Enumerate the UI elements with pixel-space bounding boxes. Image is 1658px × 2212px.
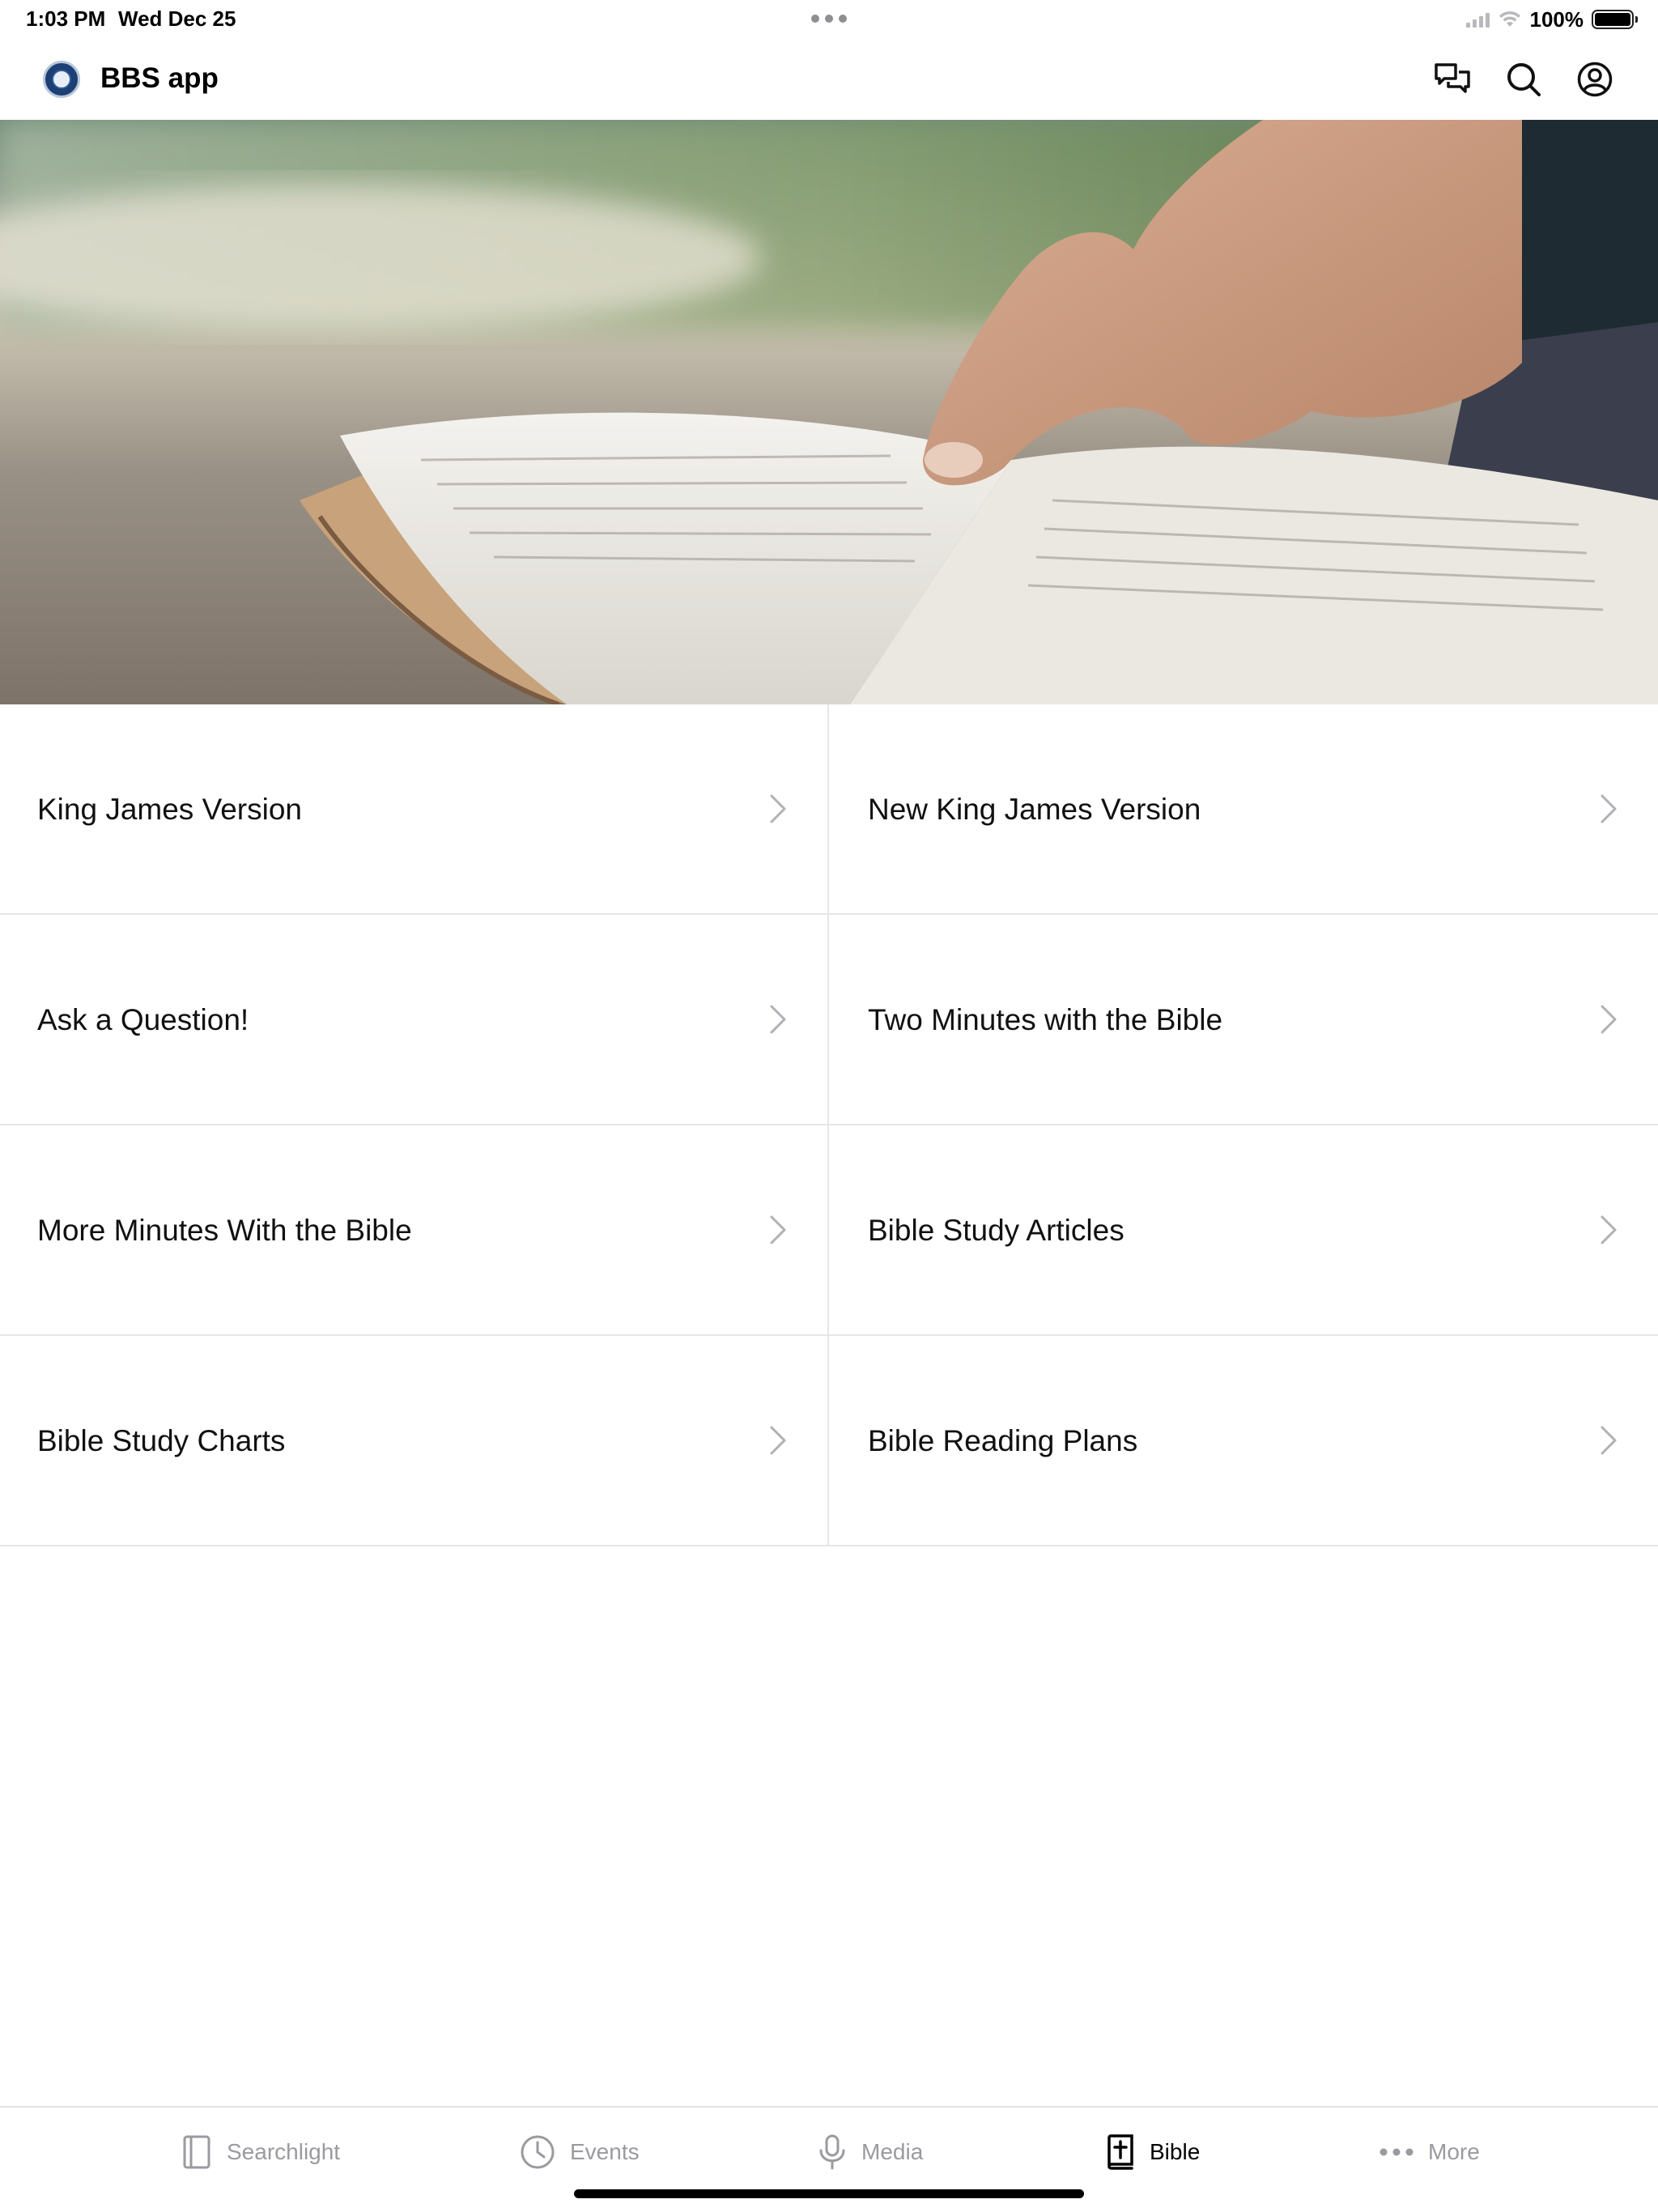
- menu-grid: King James Version New King James Versio…: [0, 704, 1658, 1546]
- menu-item-label: Bible Study Charts: [37, 1424, 286, 1457]
- menu-item-label: Bible Study Articles: [868, 1214, 1124, 1247]
- signal-icon: [1465, 11, 1490, 28]
- menu-item-ask-a-question[interactable]: Ask a Question!: [0, 915, 829, 1124]
- status-bar: 1:03 PM Wed Dec 25 100%: [0, 0, 1658, 39]
- menu-row: Ask a Question! Two Minutes with the Bib…: [0, 915, 1658, 1125]
- microphone-icon: [819, 2134, 845, 2170]
- tab-label: Media: [861, 2139, 924, 2164]
- tab-media[interactable]: Media: [818, 2130, 923, 2174]
- tab-more[interactable]: More: [1380, 2130, 1480, 2174]
- menu-item-more-minutes-with-the-bible[interactable]: More Minutes With the Bible: [0, 1125, 829, 1334]
- bible-cross-icon: [1107, 2134, 1133, 2170]
- wifi-icon: [1499, 11, 1520, 27]
- chevron-right-icon: [770, 1005, 786, 1034]
- battery-icon: [1592, 10, 1638, 29]
- profile-icon[interactable]: [1574, 58, 1616, 100]
- tab-bible[interactable]: Bible: [1104, 2130, 1200, 2174]
- tab-label: Bible: [1150, 2139, 1201, 2164]
- menu-row: King James Version New King James Versio…: [0, 704, 1658, 915]
- tab-label: Events: [570, 2139, 640, 2164]
- menu-item-bible-study-articles[interactable]: Bible Study Articles: [829, 1125, 1658, 1334]
- status-time: 1:03 PM: [26, 6, 106, 31]
- search-icon[interactable]: [1503, 58, 1545, 100]
- menu-item-label: Bible Reading Plans: [868, 1424, 1138, 1457]
- chevron-right-icon: [770, 1215, 786, 1244]
- chevron-right-icon: [770, 794, 786, 823]
- menu-item-label: More Minutes With the Bible: [37, 1214, 412, 1247]
- chevron-right-icon: [1601, 794, 1617, 823]
- app-title: BBS app: [100, 62, 219, 94]
- chevron-right-icon: [1601, 1215, 1617, 1244]
- menu-item-label: Ask a Question!: [37, 1003, 249, 1036]
- multitasking-dots-icon[interactable]: [811, 15, 847, 23]
- menu-item-two-minutes-with-the-bible[interactable]: Two Minutes with the Bible: [829, 915, 1658, 1124]
- chevron-right-icon: [770, 1426, 786, 1455]
- menu-item-label: Two Minutes with the Bible: [868, 1003, 1223, 1036]
- tab-searchlight[interactable]: Searchlight: [181, 2130, 340, 2174]
- chevron-right-icon: [1601, 1005, 1617, 1034]
- menu-item-label: King James Version: [37, 793, 303, 826]
- battery-percentage: 100%: [1529, 6, 1584, 32]
- menu-item-label: New King James Version: [868, 793, 1201, 826]
- menu-row: More Minutes With the Bible Bible Study …: [0, 1125, 1658, 1336]
- ellipsis-icon: [1380, 2148, 1414, 2156]
- tab-label: More: [1428, 2139, 1480, 2164]
- menu-row: Bible Study Charts Bible Reading Plans: [0, 1336, 1658, 1546]
- menu-item-bible-study-charts[interactable]: Bible Study Charts: [0, 1336, 829, 1545]
- tab-label: Searchlight: [227, 2139, 341, 2164]
- tab-events[interactable]: Events: [520, 2130, 640, 2174]
- status-indicators: 100%: [1465, 6, 1638, 32]
- hero-image: [0, 120, 1658, 704]
- home-indicator[interactable]: [574, 2189, 1084, 2198]
- menu-item-new-king-james-version[interactable]: New King James Version: [829, 704, 1658, 913]
- chat-icon[interactable]: [1431, 58, 1473, 100]
- menu-item-bible-reading-plans[interactable]: Bible Reading Plans: [829, 1336, 1658, 1545]
- bbs-logo[interactable]: [43, 61, 80, 98]
- clock-icon: [521, 2135, 555, 2169]
- book-outline-icon: [183, 2135, 210, 2169]
- menu-item-king-james-version[interactable]: King James Version: [0, 704, 829, 913]
- chevron-right-icon: [1601, 1426, 1617, 1455]
- status-date: Wed Dec 25: [118, 6, 236, 31]
- app-header: BBS app: [0, 39, 1658, 120]
